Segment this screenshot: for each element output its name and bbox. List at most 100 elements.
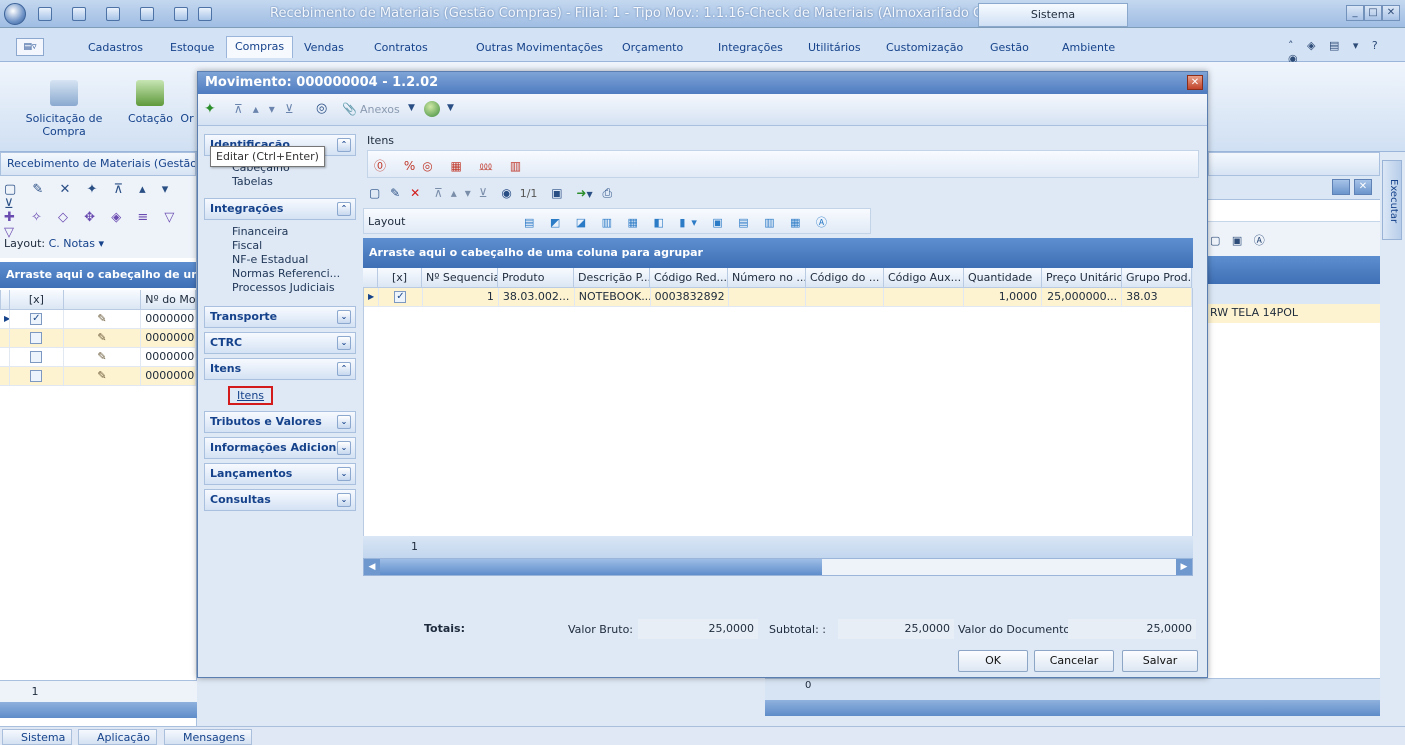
- globe-icon[interactable]: [424, 101, 440, 117]
- column-header[interactable]: [x]: [378, 268, 422, 288]
- layout-icons[interactable]: ▤ ◩ ◪ ▥ ▦ ◧ ▮▾ ▣ ▤ ▥ ▦ Ⓐ: [524, 214, 833, 230]
- special-actions-icons[interactable]: ⓪ %◎ ▦ ⅏ ▥: [374, 157, 528, 174]
- export-icon[interactable]: ➜: [576, 186, 586, 200]
- calendar-icon[interactable]: ▣: [551, 186, 562, 200]
- tab-compras[interactable]: Compras: [226, 36, 294, 58]
- tab-integracoes[interactable]: Integrações: [710, 38, 791, 60]
- tab-ambiente[interactable]: Ambiente: [1054, 38, 1123, 60]
- nav-group-transporte[interactable]: Transporte ⌄: [204, 306, 356, 328]
- nav-group-lancamentos[interactable]: Lançamentos ⌄: [204, 463, 356, 485]
- ordem-button[interactable]: Or: [178, 80, 196, 125]
- nav-group-tributos[interactable]: Tributos e Valores ⌄: [204, 411, 356, 433]
- tab-estoque[interactable]: Estoque: [162, 38, 222, 60]
- table-row[interactable]: ▶ ✓ ✎ 00000000: [0, 310, 197, 329]
- table-row[interactable]: RW TELA 14POL: [1208, 304, 1380, 323]
- panel-toolbar-2[interactable]: ✚ ✧ ◇ ✥ ◈ ≡ ▽ ▽: [0, 204, 196, 240]
- group-drop-area[interactable]: Arraste aqui o cabeçalho de um: [0, 262, 196, 288]
- nav-item-processos[interactable]: Processos Judiciais: [204, 280, 356, 294]
- panel-tab[interactable]: Recebimento de Materiais (Gestão C: [0, 152, 196, 176]
- quick-access-icon[interactable]: [174, 7, 188, 21]
- column-header[interactable]: Preço Unitário: [1042, 268, 1122, 288]
- nav-group-consultas[interactable]: Consultas ⌄: [204, 489, 356, 511]
- save-button[interactable]: Salvar: [1122, 650, 1198, 672]
- status-tab-sistema[interactable]: Sistema: [2, 729, 73, 745]
- status-tab-mensagens[interactable]: Mensagens: [164, 729, 253, 745]
- nav-group-ctrc[interactable]: CTRC ⌄: [204, 332, 356, 354]
- navigate-icons[interactable]: ⊼▴▾⊻: [434, 186, 496, 200]
- layout-icons[interactable]: ▢ ▣ Ⓐ: [1208, 222, 1380, 256]
- tab-contratos[interactable]: Contratos: [366, 38, 436, 60]
- ribbon-menu-icon[interactable]: ▤▿: [16, 38, 44, 56]
- solicitacao-compra-button[interactable]: Solicitação de Compra: [6, 80, 122, 138]
- scroll-thumb[interactable]: [380, 559, 822, 575]
- table-row[interactable]: ✎ 00000001: [0, 348, 197, 367]
- table-row[interactable]: ✎ 00000001: [0, 329, 197, 348]
- edit-icon[interactable]: ✎: [97, 331, 106, 344]
- attachment-icon[interactable]: 📎: [342, 102, 357, 116]
- nav-group-itens[interactable]: Itens ⌃: [204, 358, 356, 380]
- column-header[interactable]: Descrição P...: [574, 268, 650, 288]
- minimize-icon[interactable]: _: [1346, 5, 1364, 21]
- column-header[interactable]: Grupo Prod...: [1122, 268, 1192, 288]
- print-icon[interactable]: ⎙: [602, 186, 612, 200]
- dialog-close-icon[interactable]: ✕: [1187, 75, 1203, 90]
- context-tab[interactable]: Sistema: [978, 3, 1128, 27]
- nav-group-integracoes[interactable]: Integrações ⌃: [204, 198, 356, 220]
- search-icon[interactable]: ◎: [316, 101, 327, 116]
- column-header[interactable]: Número no ...: [728, 268, 806, 288]
- table-row[interactable]: ▶ ✓ 1 38.03.002... NOTEBOOK... 0003832892 1,00…: [364, 288, 1193, 307]
- horizontal-scrollbar[interactable]: [0, 702, 197, 718]
- cancel-button[interactable]: Cancelar: [1034, 650, 1114, 672]
- column-header[interactable]: Código do ...: [806, 268, 884, 288]
- nav-item-tabelas[interactable]: Tabelas: [204, 174, 356, 188]
- tab-utilitarios[interactable]: Utilitários: [800, 38, 869, 60]
- quick-access-icon[interactable]: [72, 7, 86, 21]
- nav-item-normas[interactable]: Normas Referenci...: [204, 266, 356, 280]
- edit-icon[interactable]: ✎: [390, 186, 400, 200]
- column-header[interactable]: Código Aux...: [884, 268, 964, 288]
- quick-access-icon[interactable]: [140, 7, 154, 21]
- quick-access-icon[interactable]: [106, 7, 120, 21]
- status-tab-aplicacao[interactable]: Aplicação: [78, 729, 157, 745]
- new-icon[interactable]: ▢: [369, 186, 380, 200]
- refresh-icon[interactable]: ✦: [204, 101, 216, 117]
- chevron-down-icon[interactable]: ▼: [408, 103, 415, 113]
- edit-icon[interactable]: ✎: [97, 312, 106, 325]
- panel-restore-icon[interactable]: [1332, 179, 1350, 195]
- ok-button[interactable]: OK: [958, 650, 1028, 672]
- tab-gestao[interactable]: Gestão: [982, 38, 1037, 60]
- nav-item-financeira[interactable]: Financeira: [204, 224, 356, 238]
- scroll-left-icon[interactable]: ◀: [364, 559, 380, 575]
- panel-toolbar[interactable]: ▢ ✎ ✕ ✦ ⊼ ▴ ▾ ⊻: [0, 176, 196, 212]
- app-menu-orb-icon[interactable]: [4, 3, 26, 25]
- close-icon[interactable]: ✕: [1382, 5, 1400, 21]
- column-header[interactable]: Código Red...: [650, 268, 728, 288]
- horizontal-scrollbar[interactable]: [765, 700, 1380, 716]
- column-header[interactable]: Nº Sequencial: [422, 268, 498, 288]
- horizontal-scrollbar[interactable]: ◀ ▶: [363, 558, 1193, 576]
- group-drop-area[interactable]: Arraste aqui o cabeçalho de uma coluna p…: [363, 238, 1193, 268]
- nav-group-info-adicionais[interactable]: Informações Adicionai ⌄: [204, 437, 356, 459]
- column-header[interactable]: Produto: [498, 268, 574, 288]
- column-header[interactable]: Quantidade: [964, 268, 1042, 288]
- chevron-down-icon[interactable]: ▼: [447, 103, 454, 113]
- nav-item-fiscal[interactable]: Fiscal: [204, 238, 356, 252]
- edit-icon[interactable]: ✎: [97, 350, 106, 363]
- quick-access-icon[interactable]: [198, 7, 212, 21]
- row-checkbox[interactable]: [30, 351, 43, 363]
- anexos-button[interactable]: Anexos: [360, 103, 400, 116]
- maximize-icon[interactable]: □: [1364, 5, 1382, 21]
- layout-select[interactable]: C. Notas: [49, 237, 95, 250]
- quick-access-icon[interactable]: [38, 7, 52, 21]
- tab-cadastros[interactable]: Cadastros: [80, 38, 151, 60]
- row-checkbox[interactable]: [30, 332, 43, 344]
- delete-icon[interactable]: ✕: [410, 186, 420, 200]
- nav-item-nfe-estadual[interactable]: NF-e Estadual: [204, 252, 356, 266]
- row-checkbox[interactable]: ✓: [394, 291, 407, 303]
- edit-icon[interactable]: ✎: [97, 369, 106, 382]
- tab-orcamento[interactable]: Orçamento: [614, 38, 691, 60]
- tab-outras-movimentacoes[interactable]: Outras Movimentações: [468, 38, 611, 60]
- tab-customizacao[interactable]: Customização: [878, 38, 971, 60]
- table-row[interactable]: ✎ 00000001: [0, 367, 197, 386]
- executar-tab[interactable]: Executar: [1382, 160, 1402, 240]
